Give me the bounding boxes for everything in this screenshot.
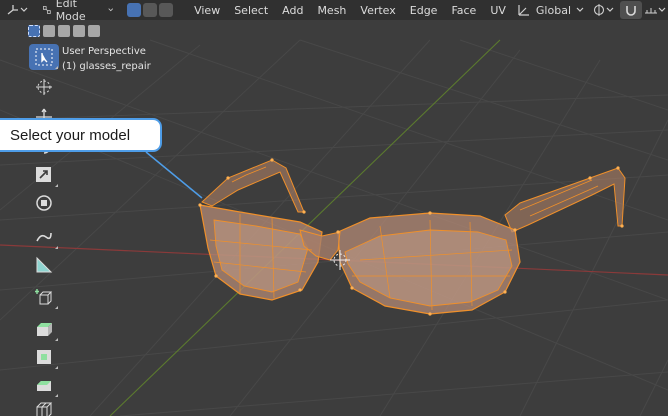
tool-select-box[interactable]	[29, 44, 59, 70]
orientation-icon	[518, 5, 529, 16]
tool-corner	[55, 306, 58, 309]
tool-corner	[55, 366, 58, 369]
tool-corner	[55, 66, 58, 69]
snap-toggle[interactable]	[620, 1, 642, 19]
inset-icon	[37, 350, 51, 364]
select-new-button[interactable]	[28, 25, 40, 37]
add-cube-icon	[35, 289, 53, 305]
chevron-down-icon	[606, 7, 614, 12]
pivot-icon	[593, 4, 605, 16]
tool-annotate[interactable]	[29, 224, 59, 250]
chevron-down-icon	[20, 7, 28, 12]
menu-mesh[interactable]: Mesh	[310, 4, 353, 17]
tool-corner	[55, 246, 58, 249]
tool-extrude[interactable]	[29, 316, 59, 342]
tool-inset[interactable]	[29, 344, 59, 370]
edit-mode-icon	[43, 6, 51, 14]
menu-face[interactable]: Face	[444, 4, 483, 17]
edge-select-button[interactable]	[143, 3, 158, 17]
select-intersect-button[interactable]	[88, 25, 100, 37]
3d-viewport[interactable]: Edit Mode View Select Add Mesh Vertex Ed…	[0, 0, 668, 416]
bevel-icon	[37, 381, 51, 391]
transform-icon	[36, 195, 52, 211]
face-select-button[interactable]	[159, 3, 174, 17]
cursor-icon	[36, 79, 52, 95]
editor-type-button[interactable]	[2, 1, 32, 19]
tool-measure[interactable]	[29, 252, 59, 278]
tool-corner	[55, 394, 58, 397]
snap-target-dropdown[interactable]	[642, 1, 668, 19]
mode-dropdown[interactable]: Edit Mode	[38, 0, 117, 23]
orientation-dropdown[interactable]: Global	[513, 1, 588, 19]
tool-bevel[interactable]	[29, 372, 59, 398]
loop-cut-icon	[36, 402, 53, 416]
tool-corner	[55, 338, 58, 341]
tool-transform[interactable]	[29, 190, 59, 216]
tool-cursor[interactable]	[29, 74, 59, 100]
tool-loop-cut[interactable]	[29, 398, 59, 416]
menu-select[interactable]: Select	[227, 4, 275, 17]
menu-edge[interactable]: Edge	[403, 4, 445, 17]
snap-increment-icon	[645, 8, 657, 14]
menu-vertex[interactable]: Vertex	[353, 4, 402, 17]
tool-add-cube[interactable]	[29, 284, 59, 310]
magnet-icon	[626, 6, 636, 16]
callout-box: Select your model	[0, 118, 162, 152]
mode-label: Edit Mode	[55, 0, 86, 23]
annotate-icon	[36, 232, 52, 242]
chevron-down-icon	[576, 7, 584, 12]
scale-icon	[36, 167, 51, 182]
perspective-label: User Perspective	[62, 46, 146, 57]
select-extend-button[interactable]	[43, 25, 55, 37]
floor-grid	[0, 39, 668, 416]
vertex-select-button[interactable]	[127, 3, 142, 17]
chevron-down-icon	[658, 7, 666, 12]
axes-icon	[7, 5, 18, 15]
tool-corner	[55, 184, 58, 187]
menu-uv[interactable]: UV	[483, 4, 513, 17]
select-invert-button[interactable]	[73, 25, 85, 37]
orientation-label: Global	[535, 3, 571, 17]
chevron-down-icon	[107, 8, 113, 12]
object-label: (1) glasses_repair	[62, 61, 151, 72]
measure-icon	[36, 256, 53, 273]
select-mode-group	[123, 1, 179, 19]
selection-mode-row	[28, 22, 103, 40]
callout-text: Select your model	[10, 126, 131, 144]
tool-scale[interactable]	[29, 162, 59, 188]
viewport-header: Edit Mode View Select Add Mesh Vertex Ed…	[0, 0, 668, 23]
pivot-dropdown[interactable]	[588, 1, 618, 19]
menu-add[interactable]: Add	[275, 4, 310, 17]
extrude-icon	[37, 323, 52, 336]
menu-view[interactable]: View	[187, 4, 227, 17]
select-box-icon	[35, 48, 53, 66]
select-subtract-button[interactable]	[58, 25, 70, 37]
